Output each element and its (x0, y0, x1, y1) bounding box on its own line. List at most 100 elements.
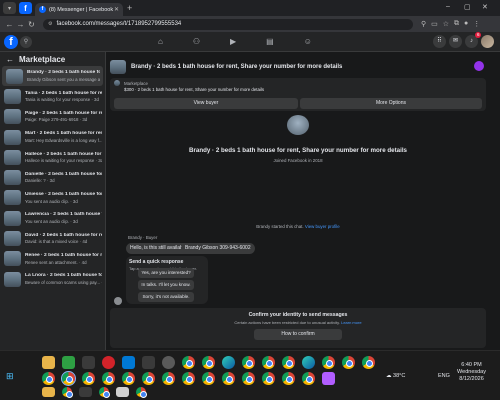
conversation-item[interactable]: Paige · 2 beds 1 bath house for re... Pai… (0, 107, 105, 127)
learn-more-link[interactable]: Learn more (341, 320, 361, 325)
chrome-icon[interactable] (182, 372, 195, 385)
chrome-icon[interactable] (162, 372, 175, 385)
chrome-icon[interactable] (262, 356, 275, 369)
settings-icon[interactable] (162, 356, 175, 369)
conversation-item[interactable]: Hallece · 2 beds 1 bath house for re...H… (0, 147, 105, 167)
chat-options-icon[interactable] (474, 61, 484, 71)
bookmark-icon[interactable]: ☆ (443, 20, 449, 28)
view-buyer-profile-link[interactable]: View buyer profile (305, 224, 340, 229)
messenger-icon[interactable]: ✉ (449, 35, 462, 48)
facebook-search-icon[interactable]: ⚲ (20, 36, 32, 48)
reload-icon[interactable]: ↻ (26, 20, 37, 29)
notepad-icon[interactable] (116, 387, 129, 397)
extensions-icon[interactable]: ⧉ (454, 20, 459, 28)
terminal-icon[interactable] (142, 356, 155, 369)
chrome-icon[interactable] (362, 356, 375, 369)
chrome-icon[interactable] (342, 356, 355, 369)
chrome-active-icon[interactable] (61, 371, 76, 386)
search-icon[interactable]: ⚲ (421, 20, 426, 28)
clock[interactable]: 6:40 PM Wednesday 8/12/2026 (457, 362, 486, 383)
new-tab-icon[interactable]: + (127, 3, 132, 13)
buyer-profile-image[interactable] (287, 115, 309, 135)
friends-icon[interactable]: ⚇ (193, 37, 200, 46)
listing-thumbnail[interactable] (110, 60, 126, 74)
back-icon[interactable]: ← (4, 20, 15, 29)
conversation-item[interactable]: Uniesse · 2 beds 1 bath house for re...Y… (0, 188, 105, 208)
chrome-icon[interactable] (102, 372, 115, 385)
buyer-label: Brandy · Buyer (128, 235, 158, 240)
message-bubble[interactable]: Brandy Gibson 309-943-6002 (181, 243, 255, 254)
facebook-tab-icon[interactable]: f (19, 2, 32, 14)
spreadsheet-app-icon[interactable] (62, 356, 75, 369)
menu-icon[interactable]: ⋮ (473, 20, 480, 28)
weather-widget[interactable]: ☁ 38°C (386, 373, 405, 379)
conversation-item[interactable]: Tania · 2 beds 1 bath house for re... Tan… (0, 86, 105, 106)
tab-search-icon[interactable]: ▾ (3, 2, 16, 14)
home-icon[interactable]: ⌂ (158, 37, 163, 46)
chrome-icon[interactable] (202, 356, 215, 369)
minimize-icon[interactable]: – (446, 3, 450, 10)
back-arrow-icon[interactable]: ← (6, 55, 14, 64)
opera-icon[interactable] (102, 356, 115, 369)
quick-reply-not-available-button[interactable]: Sorry, it's not available. (138, 292, 194, 302)
chrome-icon[interactable] (122, 372, 135, 385)
language-indicator[interactable]: ENG (438, 373, 450, 379)
windows-start-icon[interactable]: ⊞ (6, 371, 16, 381)
app-window-icon[interactable] (82, 356, 95, 369)
chrome-icon[interactable] (136, 387, 147, 398)
chrome-icon[interactable] (302, 372, 315, 385)
conversation-item[interactable]: Renee · 2 beds 1 bath house for re... Ren… (0, 249, 105, 269)
conversation-item[interactable]: David · 2 beds 1 bath house for re... Dav… (0, 228, 105, 248)
chrome-icon[interactable] (182, 356, 195, 369)
quick-reply-in-talks-button[interactable]: In talks. I'll let you know. (138, 280, 194, 290)
close-window-icon[interactable]: ✕ (482, 3, 488, 11)
file-explorer-icon[interactable] (42, 356, 55, 369)
profile-icon[interactable]: ● (464, 20, 468, 28)
quick-reply-yes-button[interactable]: Yes, are you interested? (138, 268, 194, 278)
chrome-icon[interactable] (42, 372, 55, 385)
chrome-icon[interactable] (282, 356, 295, 369)
account-avatar[interactable] (481, 35, 494, 48)
apps-menu-icon[interactable]: ⠿ (433, 35, 446, 48)
how-to-confirm-button[interactable]: How to confirm (254, 329, 342, 340)
forward-icon[interactable]: → (15, 20, 26, 29)
chrome-icon[interactable] (142, 372, 155, 385)
app-window-icon[interactable] (79, 387, 92, 397)
conversation-item[interactable]: Danielle · 2 beds 1 bath house for re...… (0, 167, 105, 187)
edge-icon[interactable] (302, 356, 315, 369)
conversation-name: Hallece · 2 beds 1 bath house for re... (25, 151, 102, 157)
more-options-button[interactable]: More Options (300, 98, 482, 109)
maximize-icon[interactable]: ▢ (464, 3, 471, 11)
chrome-icon[interactable] (222, 372, 235, 385)
chrome-icon[interactable] (202, 372, 215, 385)
facebook-logo[interactable]: f (4, 35, 18, 49)
chrome-icon[interactable] (282, 372, 295, 385)
conversation-item[interactable]: La Lnora · 2 beds 1 bath house for re...… (0, 269, 105, 289)
chrome-icon[interactable] (62, 387, 73, 398)
app-icon[interactable] (322, 372, 335, 385)
chrome-icon[interactable] (262, 372, 275, 385)
store-icon[interactable] (122, 356, 135, 369)
cast-icon[interactable]: ▭ (431, 20, 438, 28)
notifications-icon[interactable]: ♪ 6 (465, 32, 481, 48)
conversation-text: Brandy · 2 beds 1 bath house for re...Br… (27, 70, 100, 82)
site-info-icon[interactable]: ⚙ (48, 21, 52, 27)
marketplace-icon[interactable]: ▤ (266, 37, 274, 46)
conversation-item[interactable]: Lawrencia · 2 beds 1 bath house for re..… (0, 208, 105, 228)
folder-icon[interactable] (42, 387, 55, 397)
chrome-icon[interactable] (242, 356, 255, 369)
conversation-item[interactable]: Brandy · 2 beds 1 bath house for re...Br… (2, 66, 103, 87)
close-tab-icon[interactable]: ✕ (114, 6, 119, 13)
joined-text: Joined Facebook in 2018 (273, 158, 323, 163)
groups-icon[interactable]: ☺ (304, 37, 312, 46)
chrome-icon[interactable] (322, 356, 335, 369)
chrome-icon[interactable] (82, 372, 95, 385)
active-tab[interactable]: f (8) Messenger | Facebook ✕ (35, 3, 123, 16)
url-field[interactable]: ⚙ facebook.com/messages/t/17189527995555… (43, 18, 413, 30)
chrome-icon[interactable] (242, 372, 255, 385)
edge-icon[interactable] (222, 356, 235, 369)
view-buyer-button[interactable]: View buyer (114, 98, 298, 109)
video-icon[interactable]: ▶ (230, 37, 236, 46)
conversation-item[interactable]: Mart · 2 beds 1 bath house for rent... Ma… (0, 127, 105, 147)
chrome-icon[interactable] (99, 387, 110, 398)
